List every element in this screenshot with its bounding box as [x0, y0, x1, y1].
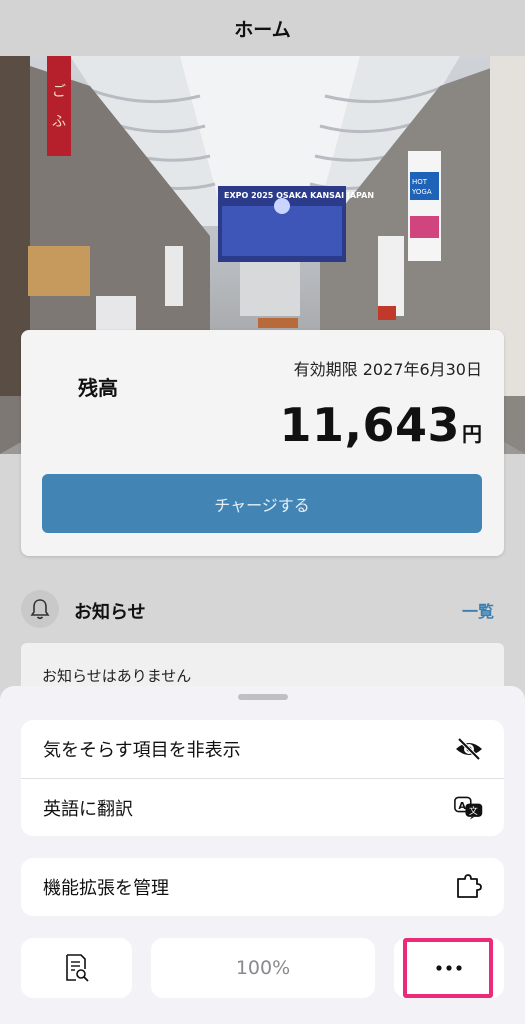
more-button[interactable]: [394, 938, 504, 998]
hide-distracting-items-row[interactable]: 気をそらす項目を非表示: [21, 720, 504, 778]
page-title: ホーム: [234, 18, 291, 41]
translate-icon: A 文: [454, 794, 484, 822]
charge-button[interactable]: チャージする: [42, 474, 482, 533]
balance-amount-value: 11,643: [279, 398, 460, 452]
svg-text:ふ: ふ: [52, 114, 66, 130]
notice-view-all-link[interactable]: 一覧: [462, 598, 494, 622]
sheet-grabber[interactable]: [238, 694, 288, 700]
extensions-group: 機能拡張を管理: [21, 858, 504, 916]
puzzle-icon: [454, 873, 484, 901]
translate-label: 英語に翻訳: [43, 798, 133, 820]
manage-extensions-label: 機能拡張を管理: [43, 878, 169, 899]
eye-slash-icon: [454, 735, 484, 763]
reader-button[interactable]: [21, 938, 132, 998]
svg-text:YOGA: YOGA: [411, 188, 432, 196]
reader-icon: [65, 954, 89, 982]
bell-icon: [21, 590, 59, 628]
balance-card: 残高 有効期限 2027年6月30日 11,643 円 チャージする: [21, 330, 504, 556]
ellipsis-icon: [436, 965, 462, 971]
balance-label: 残高: [78, 376, 118, 400]
sheet-options-group: 気をそらす項目を非表示 英語に翻訳 A 文: [21, 720, 504, 836]
sign-left-text: ご: [52, 84, 66, 100]
translate-row[interactable]: 英語に翻訳 A 文: [21, 778, 504, 836]
balance-amount: 11,643 円: [279, 398, 482, 452]
notice-header: お知らせ 一覧: [21, 588, 504, 628]
zoom-button[interactable]: 100%: [151, 938, 375, 998]
top-bar: ホーム: [0, 0, 525, 56]
svg-text:文: 文: [469, 805, 478, 817]
expiry-date: 有効期限 2027年6月30日: [293, 360, 482, 379]
manage-extensions-row[interactable]: 機能拡張を管理: [21, 858, 504, 916]
zoom-level: 100%: [235, 957, 291, 979]
svg-text:HOT: HOT: [412, 178, 428, 186]
svg-text:A: A: [458, 801, 466, 812]
notice-title: お知らせ: [74, 602, 146, 623]
currency-unit: 円: [462, 422, 482, 446]
hide-distracting-items-label: 気をそらす項目を非表示: [43, 740, 241, 761]
page-menu-sheet: 気をそらす項目を非表示 英語に翻訳 A 文 機能拡張を管理 100%: [0, 686, 525, 1024]
notice-empty-message: お知らせはありません: [42, 667, 192, 685]
expo-banner-text: EXPO 2025 OSAKA KANSAI JAPAN: [224, 191, 374, 200]
